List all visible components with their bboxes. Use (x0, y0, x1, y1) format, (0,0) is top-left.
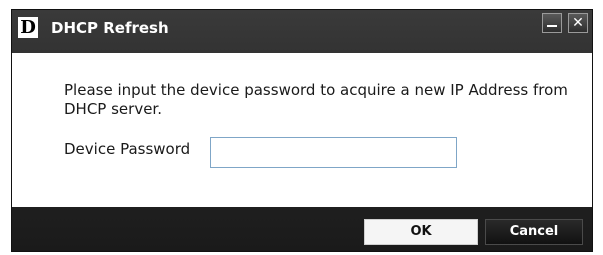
dhcp-refresh-dialog: D DHCP Refresh ✕ Please input the device… (11, 9, 593, 252)
window-title: DHCP Refresh (51, 19, 169, 37)
close-button[interactable]: ✕ (568, 13, 588, 33)
minimize-icon (547, 25, 557, 27)
device-password-field[interactable] (210, 137, 457, 168)
device-password-label: Device Password (64, 140, 191, 158)
minimize-button[interactable] (542, 13, 562, 33)
cancel-button[interactable]: Cancel (485, 219, 583, 245)
dlink-logo-icon: D (18, 17, 38, 38)
dialog-content: Please input the device password to acqu… (12, 53, 592, 207)
instruction-message: Please input the device password to acqu… (64, 81, 568, 118)
ok-button[interactable]: OK (364, 219, 478, 245)
title-bar[interactable]: D DHCP Refresh ✕ (12, 10, 592, 46)
close-icon: ✕ (572, 15, 584, 31)
